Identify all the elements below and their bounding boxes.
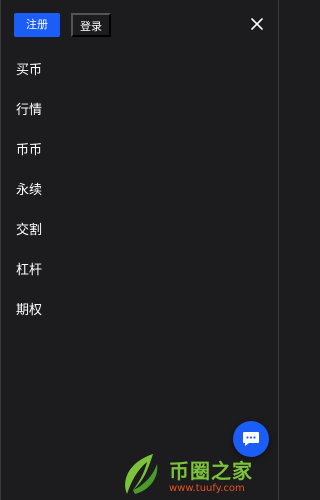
menu-header: 注册 登录 bbox=[1, 0, 278, 48]
login-button[interactable]: 登录 bbox=[71, 13, 111, 37]
watermark-url: www.tuufy.com bbox=[169, 483, 245, 494]
side-menu-panel: 注册 登录 买币 行情 币币 永续 交割 杠杆 期权 币圈之家 www.tuuf… bbox=[0, 0, 279, 500]
nav-menu: 买币 行情 币币 永续 交割 杠杆 期权 bbox=[1, 48, 278, 328]
menu-item-buy-crypto[interactable]: 买币 bbox=[1, 48, 278, 88]
watermark-brand: 币圈之家 bbox=[169, 459, 253, 483]
menu-item-margin[interactable]: 杠杆 bbox=[1, 248, 278, 288]
menu-item-spot[interactable]: 币币 bbox=[1, 128, 278, 168]
menu-item-markets[interactable]: 行情 bbox=[1, 88, 278, 128]
leaf-logo-icon bbox=[125, 454, 158, 494]
close-icon[interactable] bbox=[248, 15, 266, 33]
register-button[interactable]: 注册 bbox=[14, 13, 60, 37]
menu-item-delivery[interactable]: 交割 bbox=[1, 208, 278, 248]
menu-item-options[interactable]: 期权 bbox=[1, 288, 278, 328]
menu-item-perpetual[interactable]: 永续 bbox=[1, 168, 278, 208]
chat-icon bbox=[243, 432, 259, 446]
watermark: 币圈之家 www.tuufy.com bbox=[117, 450, 277, 500]
